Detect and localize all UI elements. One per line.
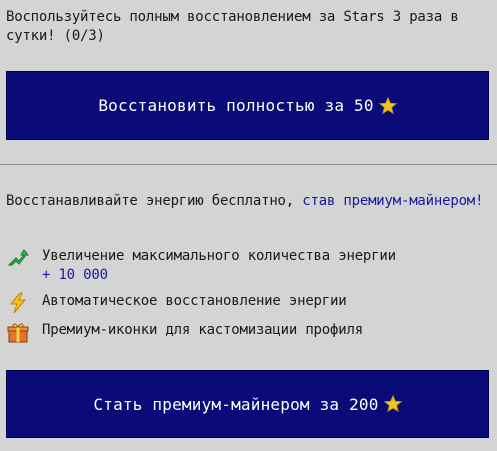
- full-restore-section: Воспользуйтесь полным восстановлением за…: [0, 0, 497, 164]
- section-divider: [0, 164, 497, 165]
- premium-miner-link[interactable]: став премиум-майнером!: [302, 193, 483, 209]
- feature-premium-icons: Премиум-иконки для кастомизации профиля: [6, 321, 491, 343]
- premium-intro-text: Восстанавливайте энергию бесплатно,: [6, 193, 303, 209]
- feature-max-energy: Увеличение максимального количества энер…: [6, 247, 491, 285]
- become-premium-button[interactable]: Стать премиум-майнером за 200: [6, 370, 489, 438]
- star-icon: [378, 96, 397, 114]
- full-restore-info: Воспользуйтесь полным восстановлением за…: [6, 9, 459, 44]
- become-premium-button-label: Стать премиум-майнером за 200: [93, 394, 379, 414]
- feature-auto-restore: Автоматическое восстановление энергии: [6, 292, 491, 314]
- feature-premium-icons-text: Премиум-иконки для кастомизации профиля: [42, 322, 363, 338]
- gift-icon: [7, 323, 29, 343]
- feature-auto-restore-text: Автоматическое восстановление энергии: [42, 293, 347, 309]
- star-icon: [383, 395, 402, 413]
- feature-max-energy-text: Увеличение максимального количества энер…: [42, 248, 396, 264]
- feature-max-energy-bonus: + 10 000: [42, 267, 108, 283]
- premium-intro: Восстанавливайте энергию бесплатно, став…: [6, 192, 491, 211]
- lightning-icon: [9, 292, 27, 314]
- full-restore-button[interactable]: Восстановить полностью за 50: [6, 71, 489, 140]
- full-restore-button-label: Восстановить полностью за 50: [98, 96, 374, 115]
- upgrade-arrow-icon: [7, 249, 30, 266]
